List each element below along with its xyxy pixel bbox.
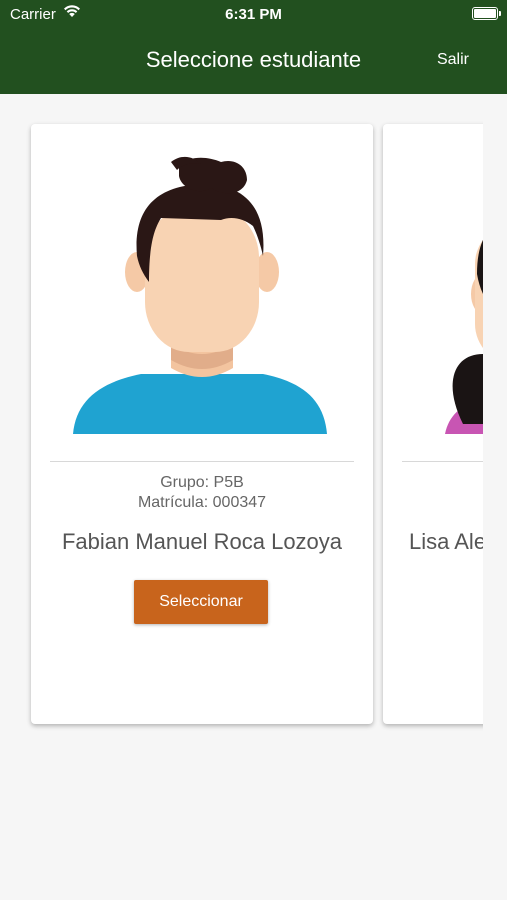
student-avatar-icon bbox=[445, 240, 483, 434]
student-id: Matrícula: 000347 bbox=[137, 494, 267, 511]
student-avatar-icon bbox=[73, 156, 327, 434]
student-name: Lisa Ale bbox=[409, 529, 483, 554]
student-group: Grupo: P5B bbox=[160, 474, 244, 491]
student-card: Lisa Ale bbox=[383, 124, 483, 724]
clock: 6:31 PM bbox=[225, 6, 282, 23]
student-carousel[interactable]: Grupo: P5B Matrícula: 000347 Fabian Manu… bbox=[0, 94, 483, 794]
status-bar: Carrier 6:31 PM bbox=[0, 0, 507, 28]
student-meta: Grupo: P5B Matrícula: 000347 bbox=[31, 473, 373, 513]
card-divider bbox=[402, 461, 483, 462]
logout-button[interactable]: Salir bbox=[437, 51, 469, 69]
select-student-button[interactable]: Seleccionar bbox=[134, 580, 268, 624]
student-card: Grupo: P5B Matrícula: 000347 Fabian Manu… bbox=[31, 124, 373, 724]
page-title: Seleccione estudiante bbox=[145, 47, 362, 72]
battery-icon bbox=[472, 7, 501, 20]
card-divider bbox=[50, 461, 354, 462]
app-header: Carrier 6:31 PM Seleccione estudiante Sa… bbox=[0, 0, 507, 94]
student-name: Fabian Manuel Roca Lozoya bbox=[61, 529, 343, 554]
